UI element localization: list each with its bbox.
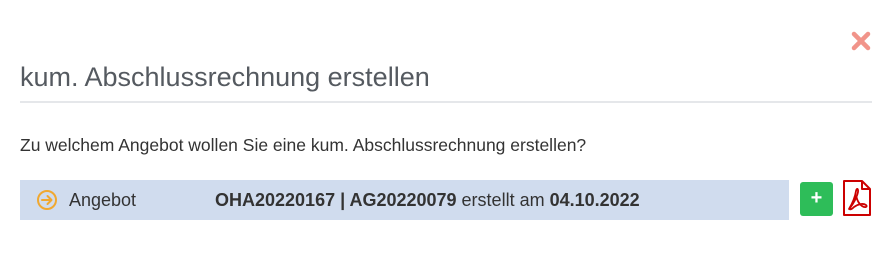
close-button[interactable] bbox=[849, 29, 873, 53]
dialog-title: kum. Abschlussrechnung erstellen bbox=[20, 62, 430, 92]
offer-created-text: erstellt am bbox=[456, 190, 550, 210]
dialog-question: Zu welchem Angebot wollen Sie eine kum. … bbox=[20, 135, 587, 155]
plus-icon: + bbox=[810, 187, 823, 209]
close-icon bbox=[851, 31, 871, 51]
offer-created-date: 04.10.2022 bbox=[549, 190, 640, 210]
arrow-circle-right-icon bbox=[36, 189, 58, 211]
offer-number: OHA20220167 | AG20220079 bbox=[215, 190, 457, 210]
add-invoice-button[interactable]: + bbox=[800, 182, 833, 216]
offer-label: Angebot bbox=[69, 190, 137, 210]
offer-row[interactable]: Angebot OHA20220167 | AG20220079 erstell… bbox=[20, 180, 789, 220]
title-divider bbox=[20, 101, 872, 103]
pdf-icon bbox=[843, 180, 871, 216]
offer-info: OHA20220167 | AG20220079 erstellt am 04.… bbox=[215, 189, 640, 211]
pdf-button[interactable] bbox=[842, 180, 872, 216]
